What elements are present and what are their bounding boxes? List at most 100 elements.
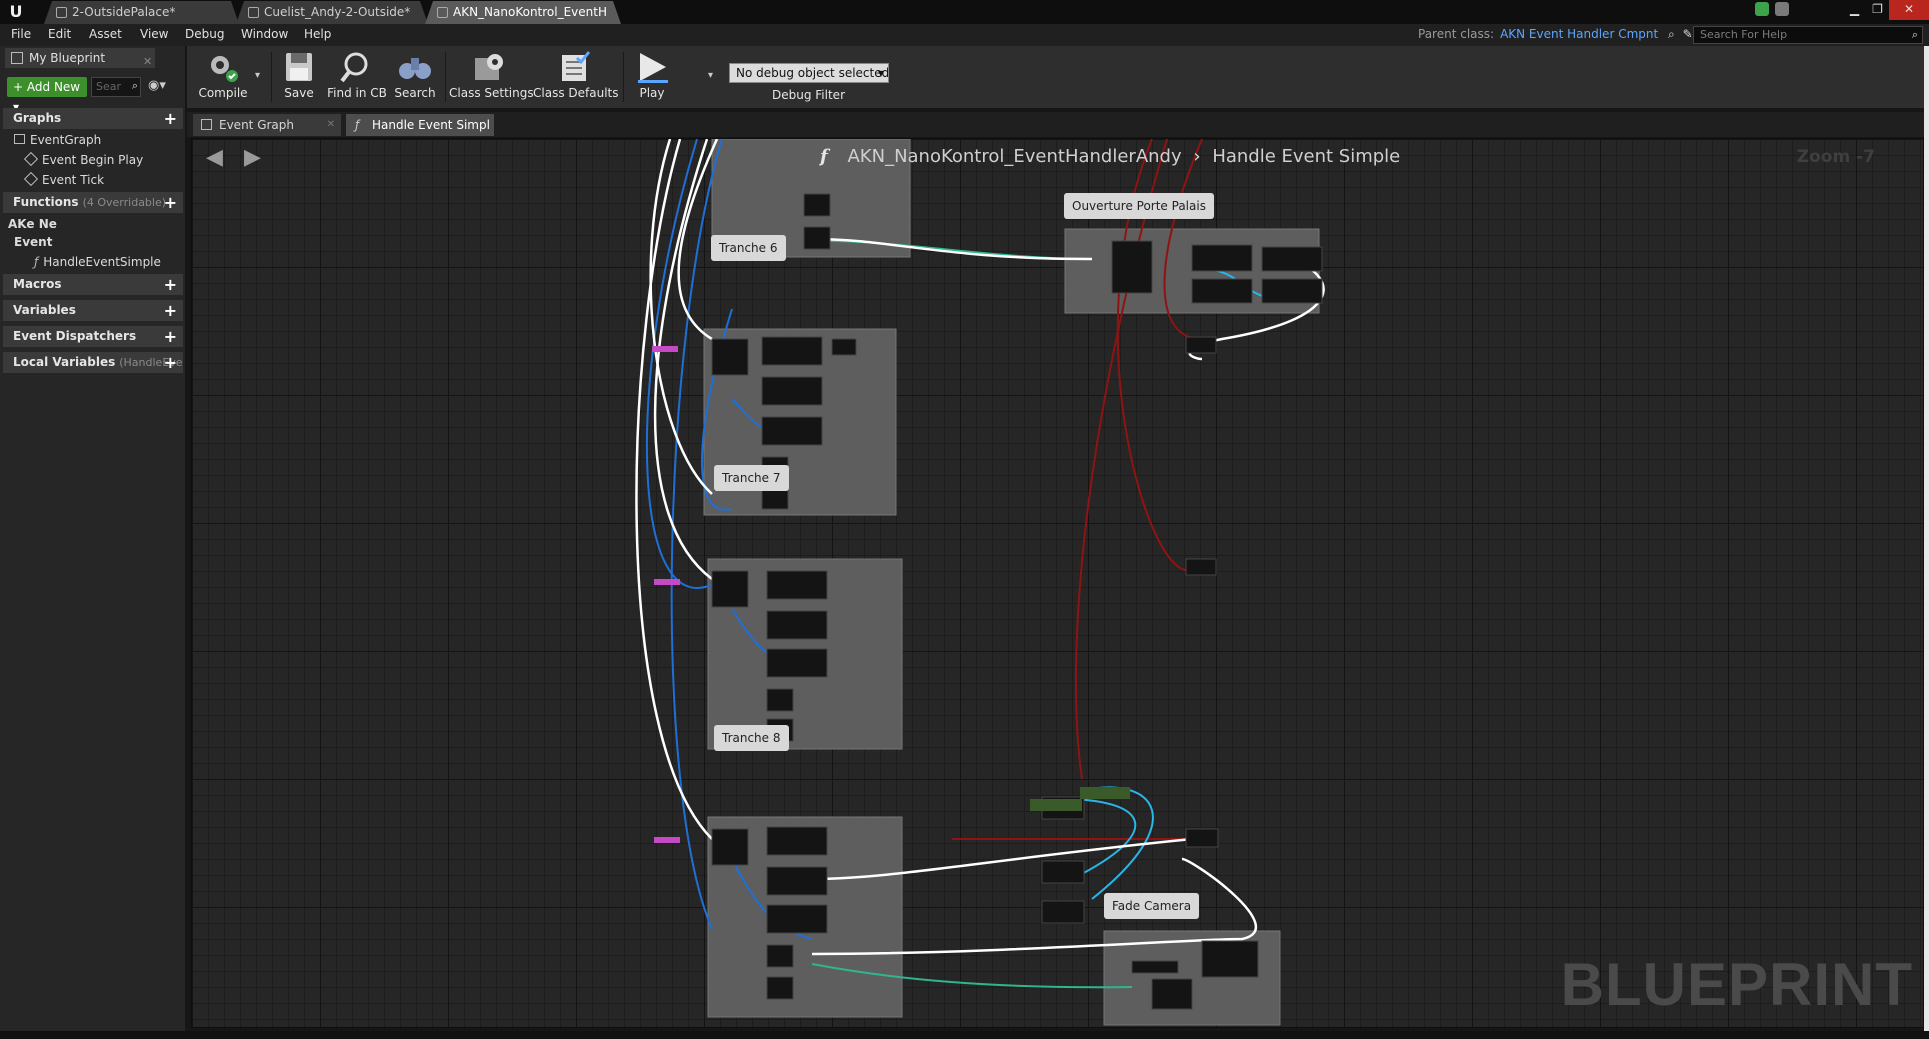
comment-ouverture-porte-palais[interactable]: Ouverture Porte Palais — [1064, 193, 1214, 219]
comment-tranche-8[interactable]: Tranche 8 — [714, 725, 789, 751]
variable-node[interactable] — [1080, 787, 1130, 799]
arrow-right-icon[interactable]: ▶ — [244, 145, 261, 170]
edit-parent-icon[interactable]: ✎ — [1683, 27, 1693, 41]
tree-event-begin-play[interactable]: Event Begin Play — [23, 151, 144, 167]
tree-event-tick[interactable]: Event Tick — [23, 171, 104, 187]
tree-handle-event-simple[interactable]: ƒ HandleEventSimple — [34, 255, 161, 269]
tab-event-graph[interactable]: Event Graph ✕ — [193, 114, 341, 136]
event-dispatchers-label: Event Dispatchers — [13, 329, 137, 343]
class-settings-button[interactable]: Class Settings — [449, 46, 534, 108]
graph-node[interactable] — [1261, 278, 1323, 304]
graph-node[interactable] — [766, 570, 828, 600]
graph-node[interactable] — [711, 828, 749, 866]
breadcrumb-root[interactable]: AKN_NanoKontrol_EventHandlerAndy — [847, 146, 1181, 167]
menu-asset[interactable]: Asset — [89, 27, 122, 41]
section-functions[interactable]: Functions (4 Overridable) + — [3, 192, 183, 213]
event-diamond-icon — [23, 151, 39, 167]
graph-node[interactable] — [766, 688, 794, 712]
graph-node[interactable] — [1185, 558, 1217, 576]
marketplace-icon[interactable] — [1775, 2, 1789, 16]
menu-window[interactable]: Window — [241, 27, 288, 41]
menu-file[interactable]: File — [11, 27, 31, 41]
tree-category-ake-ne[interactable]: AKe Ne — [8, 217, 57, 231]
graph-node[interactable] — [766, 976, 794, 1000]
menu-edit[interactable]: Edit — [48, 27, 71, 41]
minimize-icon[interactable]: ▁ — [1843, 0, 1866, 20]
my-blueprint-tab[interactable]: My Blueprint ✕ — [5, 48, 155, 68]
tree-event-graph[interactable]: EventGraph — [14, 133, 101, 147]
comment-tranche-7[interactable]: Tranche 7 — [714, 465, 789, 491]
comment-tranche-6[interactable]: Tranche 6 — [711, 235, 786, 261]
section-variables[interactable]: Variables + — [3, 300, 183, 321]
compile-options-chevron-icon[interactable]: ▾ — [255, 70, 260, 81]
browse-icon[interactable]: ⌕ — [1668, 27, 1675, 41]
play-options-chevron-icon[interactable]: ▾ — [708, 70, 713, 81]
maximize-icon[interactable]: ❐ — [1866, 0, 1889, 20]
add-function-plus-icon[interactable]: + — [164, 192, 177, 213]
add-macro-plus-icon[interactable]: + — [164, 274, 177, 295]
save-button[interactable]: Save — [279, 46, 319, 108]
graph-node[interactable] — [766, 826, 828, 856]
graph-node[interactable] — [711, 338, 749, 376]
doc-tab-outside-palace[interactable]: 2-OutsidePalace* — [44, 1, 239, 24]
add-new-button[interactable]: + Add New ▾ — [7, 77, 87, 114]
doc-tab-blueprint[interactable]: AKN_NanoKontrol_EventH — [425, 1, 621, 24]
graph-node[interactable] — [766, 610, 828, 640]
find-in-cb-button[interactable]: Find in CB — [327, 46, 387, 108]
doc-tab-cuelist[interactable]: Cuelist_Andy-2-Outside* — [236, 1, 428, 24]
compile-button[interactable]: Compile — [195, 46, 251, 108]
graph-node[interactable] — [761, 416, 823, 446]
search-button[interactable]: Search — [391, 46, 439, 108]
help-search-input[interactable]: Search For Help ⌕ — [1693, 26, 1923, 44]
section-macros[interactable]: Macros + — [3, 274, 183, 295]
graph-node[interactable] — [803, 226, 831, 250]
arrow-left-icon[interactable]: ◀ — [206, 145, 223, 170]
graph-node[interactable] — [766, 944, 794, 968]
graph-node[interactable] — [803, 193, 831, 217]
event-begin-play-label: Event Begin Play — [42, 153, 144, 167]
tree-category-event[interactable]: Event — [14, 235, 52, 249]
graph-node[interactable] — [1185, 336, 1217, 354]
graph-node[interactable] — [761, 336, 823, 366]
blueprint-search-input[interactable]: Sear ⌕ — [91, 77, 141, 97]
section-graphs[interactable]: Graphs + — [3, 108, 183, 129]
variable-node[interactable] — [1030, 799, 1082, 811]
menu-help[interactable]: Help — [304, 27, 331, 41]
graph-node[interactable] — [1041, 900, 1085, 924]
graph-node[interactable] — [1111, 240, 1153, 294]
graph-node[interactable] — [1131, 960, 1179, 974]
graph-node[interactable] — [761, 376, 823, 406]
close-icon[interactable]: ✕ — [143, 52, 152, 72]
add-variable-plus-icon[interactable]: + — [164, 300, 177, 321]
graph-node[interactable] — [1261, 246, 1323, 272]
blueprint-graph-canvas[interactable]: ◀ ▶ f AKN_NanoKontrol_EventHandlerAndy ›… — [191, 138, 1924, 1028]
view-options-eye-icon[interactable]: ◉▾ — [148, 78, 166, 93]
menu-debug[interactable]: Debug — [185, 27, 224, 41]
close-icon[interactable]: ✕ — [327, 114, 335, 136]
graph-node[interactable] — [1185, 828, 1219, 848]
play-button[interactable]: Play — [627, 46, 677, 108]
class-defaults-button[interactable]: Class Defaults — [533, 46, 618, 108]
graph-node[interactable] — [1191, 278, 1253, 304]
menu-view[interactable]: View — [140, 27, 168, 41]
source-control-icon[interactable] — [1755, 2, 1769, 16]
graph-node[interactable] — [766, 904, 828, 934]
graph-node[interactable] — [1201, 940, 1259, 978]
comment-fade-camera[interactable]: Fade Camera — [1104, 893, 1200, 919]
tab-handle-event-simple[interactable]: ƒ Handle Event Simpl — [346, 114, 494, 136]
graph-node[interactable] — [766, 648, 828, 678]
add-dispatcher-plus-icon[interactable]: + — [164, 326, 177, 347]
debug-object-select[interactable]: No debug object selected ▾ — [729, 63, 889, 83]
close-icon[interactable]: ✕ — [1889, 0, 1929, 20]
graph-node[interactable] — [1041, 860, 1085, 884]
section-local-variables[interactable]: Local Variables (HandleEve + — [3, 352, 183, 373]
graph-node[interactable] — [1191, 244, 1253, 272]
graph-node[interactable] — [766, 866, 828, 896]
parent-class-link[interactable]: AKN Event Handler Cmpnt — [1500, 27, 1658, 41]
graph-node[interactable] — [831, 338, 857, 356]
section-event-dispatchers[interactable]: Event Dispatchers + — [3, 326, 183, 347]
add-local-variable-plus-icon[interactable]: + — [164, 352, 177, 373]
graph-node[interactable] — [1151, 978, 1193, 1010]
add-graph-plus-icon[interactable]: + — [164, 108, 177, 129]
graph-node[interactable] — [711, 570, 749, 608]
